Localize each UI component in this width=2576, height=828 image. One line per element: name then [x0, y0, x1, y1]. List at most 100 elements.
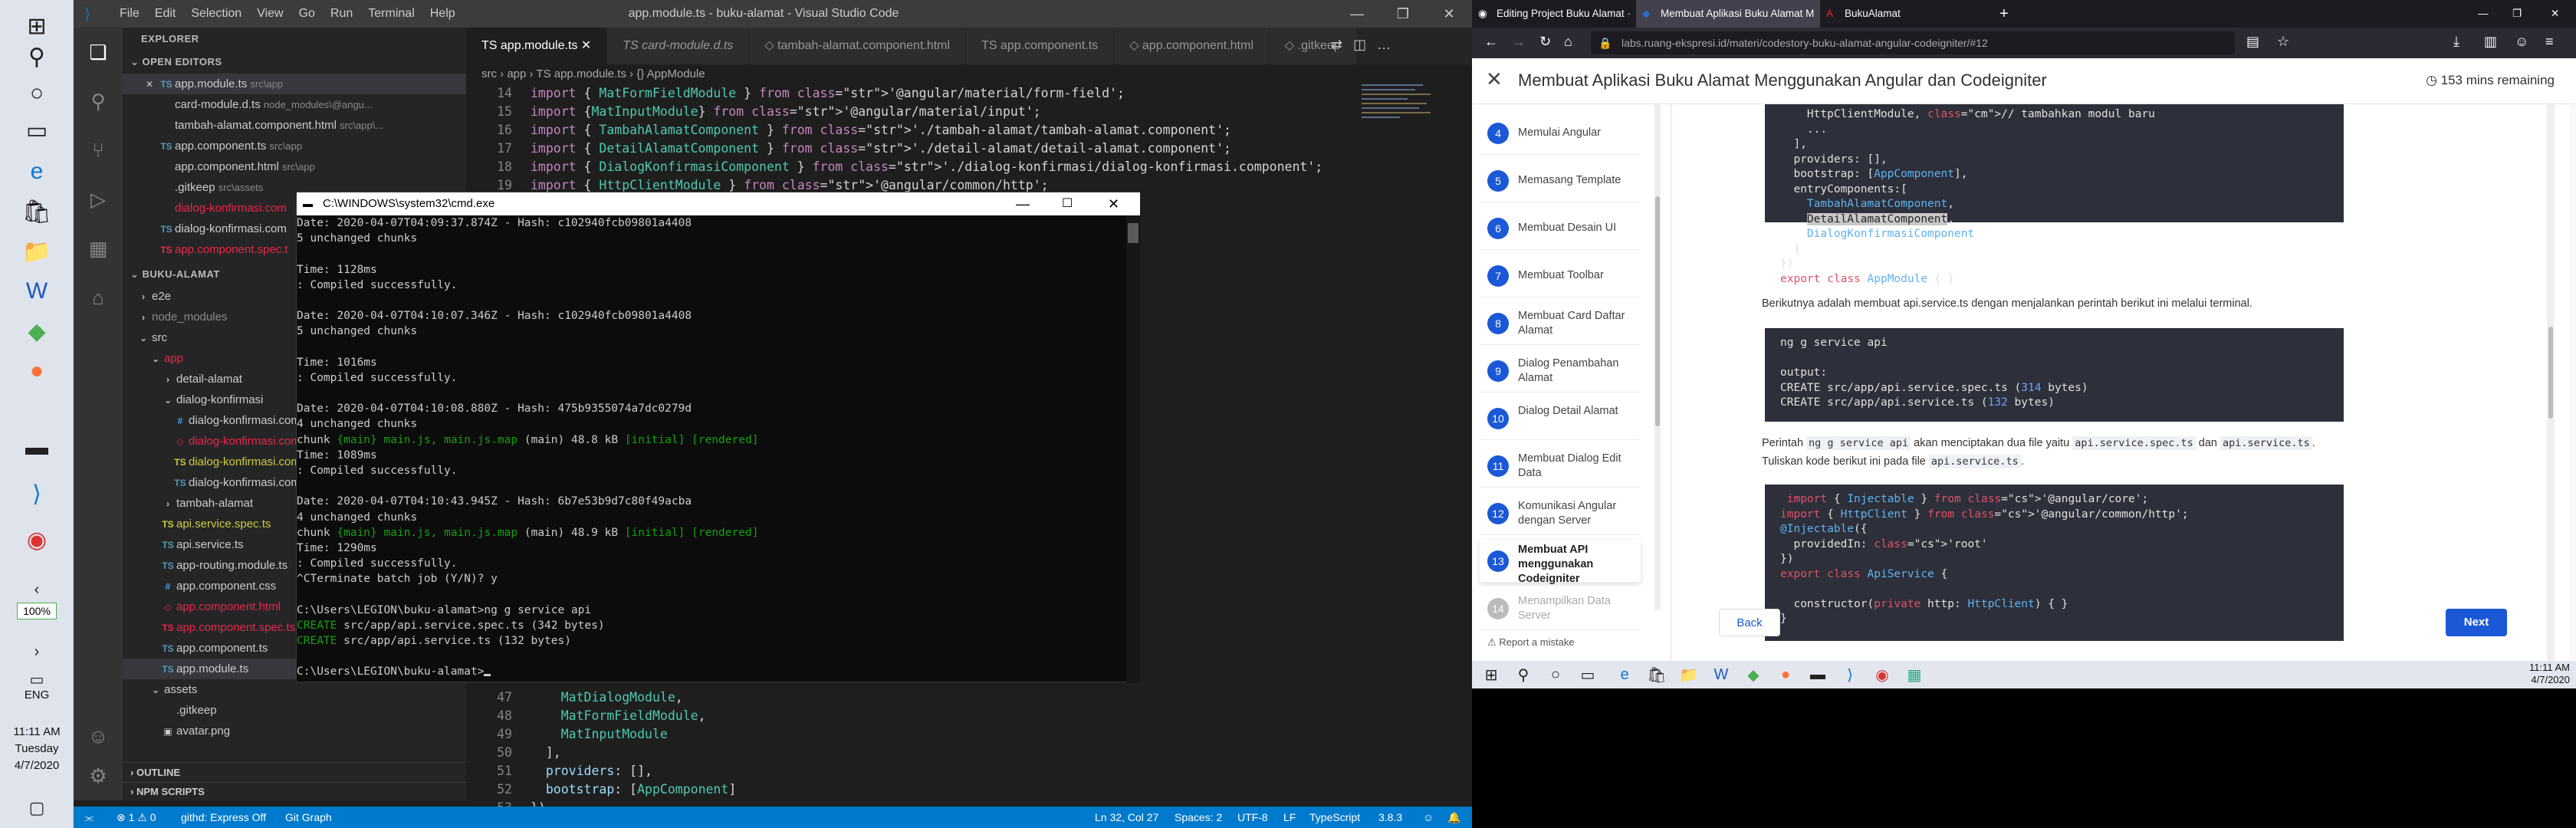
module-item[interactable]: 5 Memasang Template — [1480, 159, 1641, 202]
code-line[interactable]: import { DetailAlamatComponent } from cl… — [531, 140, 1231, 158]
close-icon[interactable]: ✕ — [141, 74, 158, 94]
breadcrumb[interactable]: src › app › TS app.module.ts › {} AppMod… — [466, 64, 1472, 84]
module-item[interactable]: 11 Membuat Dialog Edit Data — [1480, 445, 1641, 488]
minimize-icon[interactable]: — — [1016, 192, 1030, 215]
content-scrollbar[interactable] — [2547, 104, 2555, 667]
close-icon[interactable]: ✕ — [1108, 192, 1119, 215]
remote-indicator-icon[interactable]: ⫘ — [84, 807, 94, 828]
tree-item[interactable]: ▣ avatar.png — [123, 721, 466, 741]
open-editors-header[interactable]: ⌄ OPEN EDITORS — [123, 51, 466, 74]
cmd-scrollbar[interactable] — [1126, 215, 1140, 683]
bell-icon[interactable]: 🔔 — [1447, 807, 1460, 828]
app-icon-green[interactable]: ◆ — [1742, 664, 1765, 685]
restore-icon[interactable]: ❐ — [1380, 0, 1426, 28]
open-editor-item[interactable]: TS app.component.ts src\app — [123, 136, 466, 156]
close-icon[interactable]: ✕ — [1426, 0, 1472, 28]
edge-icon[interactable]: e — [18, 153, 55, 190]
npm-scripts-header[interactable]: › NPM SCRIPTS — [123, 782, 466, 800]
tab-card-module[interactable]: TS card-module.d.ts — [607, 28, 750, 64]
language-mode[interactable]: TypeScript — [1309, 807, 1360, 828]
branch-status[interactable]: ⊗ 1 ⚠ 0 — [117, 807, 156, 828]
windows-start-icon[interactable]: ⊞ — [1480, 664, 1503, 685]
explorer-icon[interactable]: ❏ — [80, 34, 117, 71]
cortana-icon[interactable]: ○ — [18, 75, 55, 112]
search-icon[interactable]: ⚲ — [18, 38, 55, 75]
outline-header[interactable]: › OUTLINE — [123, 762, 466, 782]
encoding[interactable]: UTF-8 — [1237, 807, 1268, 828]
menu-file[interactable]: File — [112, 7, 147, 21]
code-line[interactable]: providers: [], — [531, 762, 652, 780]
module-item[interactable]: 10 Dialog Detail Alamat — [1480, 397, 1641, 440]
tab-tambah-alamat-html[interactable]: ◇ tambah-alamat.component.html — [749, 28, 967, 64]
tab-app-component-ts[interactable]: TS app.component.ts — [966, 28, 1115, 64]
word-icon[interactable]: W — [1710, 664, 1733, 685]
store-icon[interactable]: 🛍 — [1645, 664, 1668, 685]
search-icon[interactable]: ⚲ — [80, 83, 117, 120]
tab-editing-project[interactable]: ◉ Editing Project Buku Alamat · — [1472, 0, 1636, 28]
reader-view-icon[interactable]: ▤ — [2246, 34, 2259, 50]
module-item[interactable]: 7 Membuat Toolbar — [1480, 255, 1641, 297]
notifications-icon[interactable]: ▢ — [18, 790, 55, 826]
maximize-icon[interactable]: ☐ — [1062, 192, 1073, 215]
code-line[interactable]: ], — [531, 744, 561, 762]
search-icon[interactable]: ⚲ — [1512, 664, 1535, 685]
library-icon[interactable]: ▥ — [2484, 34, 2497, 50]
language-indicator[interactable]: ENG — [0, 687, 74, 704]
menu-edit[interactable]: Edit — [147, 7, 184, 21]
close-lesson-icon[interactable]: ✕ — [1486, 67, 1503, 91]
run-debug-icon[interactable]: ▷ — [80, 181, 117, 218]
source-control-icon[interactable]: ⑂ — [80, 132, 117, 169]
tab-app-component-html[interactable]: ◇ app.component.html — [1114, 28, 1270, 64]
module-scrollbar[interactable] — [1654, 104, 1661, 610]
bookmark-star-icon[interactable]: ☆ — [2277, 34, 2289, 50]
more-actions-icon[interactable]: … — [1377, 37, 1391, 55]
clock-time[interactable]: 11:11 AM — [0, 724, 74, 741]
restore-icon[interactable]: ❐ — [2503, 0, 2534, 28]
next-button[interactable]: Next — [2446, 609, 2507, 636]
open-editor-item[interactable]: ✕ TS app.module.ts src\app — [123, 74, 466, 94]
indentation[interactable]: Spaces: 2 — [1175, 807, 1222, 828]
edge-icon[interactable]: e — [1613, 664, 1636, 685]
home-icon[interactable]: ⌂ — [1564, 34, 1572, 50]
githd-status[interactable]: githd: Express Off — [181, 807, 266, 828]
word-icon[interactable]: W — [18, 273, 55, 310]
cortana-icon[interactable]: ○ — [1544, 664, 1567, 685]
git-graph-status[interactable]: Git Graph — [285, 807, 332, 828]
module-item[interactable]: 6 Membuat Desain UI — [1480, 207, 1641, 250]
accounts-icon[interactable]: ☺ — [80, 718, 117, 754]
module-item[interactable]: 13 Membuat API menggunakan Codeigniter — [1480, 540, 1641, 585]
code-line[interactable]: import { TambahAlamatComponent } from cl… — [531, 121, 1231, 140]
vscode-icon[interactable]: ⟩ — [1838, 664, 1861, 685]
module-item[interactable]: 12 Komunikasi Angular dengan Server — [1480, 492, 1641, 535]
file-explorer-icon[interactable]: 📁 — [1677, 664, 1700, 685]
taskbar-clock[interactable]: 11:11 AM 4/7/2020 — [2529, 662, 2570, 686]
git-compare-icon[interactable]: ⇄ — [1331, 37, 1342, 55]
module-item[interactable]: 4 Memulai Angular — [1480, 112, 1641, 155]
ts-version[interactable]: 3.8.3 — [1378, 807, 1402, 828]
minimize-icon[interactable]: — — [1334, 0, 1380, 28]
file-explorer-icon[interactable]: 📁 — [18, 233, 55, 270]
report-mistake-link[interactable]: ⚠ Report a mistake — [1487, 636, 1575, 649]
url-bar[interactable]: 🔒 labs.ruang-ekspresi.id/materi/codestor… — [1591, 31, 2235, 54]
module-item[interactable]: 14 Menampilkan Data Server — [1480, 587, 1641, 630]
menu-icon[interactable]: ≡ — [2545, 34, 2554, 50]
new-tab-button[interactable]: + — [1990, 0, 2021, 28]
menu-go[interactable]: Go — [291, 7, 323, 21]
app-icon-red[interactable]: ◉ — [18, 521, 55, 558]
extensions-icon[interactable]: ▦ — [80, 230, 117, 267]
firefox-icon[interactable]: ● — [1774, 664, 1797, 685]
cmd-window[interactable]: ▬ C:\WINDOWS\system32\cmd.exe — ☐ ✕ Date… — [296, 192, 1140, 683]
close-icon[interactable]: ✕ — [2542, 0, 2572, 28]
reload-icon[interactable]: ↻ — [1539, 34, 1551, 50]
menu-terminal[interactable]: Terminal — [360, 7, 422, 21]
forward-icon[interactable]: → — [1512, 34, 1526, 50]
vscode-icon[interactable]: ⟩ — [18, 475, 55, 512]
module-item[interactable]: 8 Membuat Card Daftar Alamat — [1480, 302, 1641, 345]
remote-icon[interactable]: ⌂ — [80, 279, 117, 316]
tab-app-module[interactable]: TS app.module.ts ✕ — [466, 28, 608, 64]
menu-view[interactable]: View — [249, 7, 291, 21]
back-button[interactable]: Back — [1719, 609, 1780, 636]
cmd-icon[interactable]: ▬ — [18, 429, 55, 466]
tab-membuat-aplikasi[interactable]: ◆ Membuat Aplikasi Buku Alamat M — [1636, 0, 1820, 28]
code-line[interactable]: import {MatInputModule} from class="str"… — [531, 103, 1041, 121]
